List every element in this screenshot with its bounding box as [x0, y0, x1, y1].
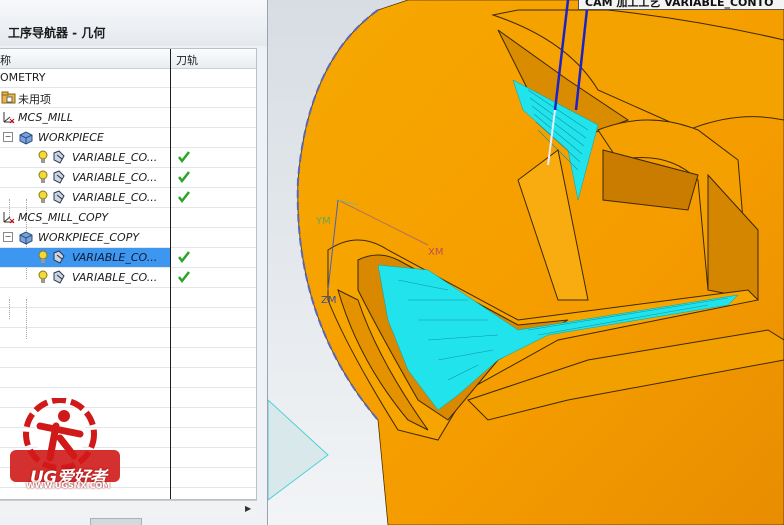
checkmark-icon — [178, 151, 190, 164]
variable-contour-icon — [53, 250, 65, 264]
tree-row-workpiece[interactable]: − WORKPIECE — [0, 128, 256, 148]
checkmark-icon — [178, 271, 190, 284]
checkmark-icon — [178, 191, 190, 204]
row-name-cell: − WORKPIECE — [0, 128, 170, 147]
column-header-toolpath[interactable]: 刀轨 — [176, 52, 198, 68]
mcs-axis-icon — [3, 112, 15, 124]
tree-row-workpiece-copy[interactable]: − WORKPIECE_COPY — [0, 228, 256, 248]
row-label: VARIABLE_CO... — [72, 251, 158, 264]
status-bulb-icon — [38, 150, 48, 163]
status-bulb-icon — [38, 170, 48, 183]
window-title-text: CAM 加工工艺 VARIABLE_CONTO — [585, 0, 774, 9]
row-name-cell: 未用项 — [0, 88, 170, 107]
row-label: VARIABLE_CO... — [72, 171, 158, 184]
column-header-name[interactable]: 称 — [0, 52, 11, 68]
scroll-thumb[interactable] — [90, 518, 142, 525]
variable-contour-icon — [53, 190, 65, 204]
row-label: WORKPIECE_COPY — [38, 231, 140, 244]
tree-row-mcs-mill[interactable]: MCS_MILL — [0, 108, 256, 128]
status-bulb-icon — [38, 250, 48, 263]
row-name-cell: − WORKPIECE_COPY — [0, 228, 170, 247]
empty-row — [0, 288, 256, 308]
collapse-toggle-icon[interactable]: − — [3, 232, 13, 242]
tree-header: 称 刀轨 — [0, 49, 256, 69]
tree-row-operation[interactable]: VARIABLE_CO... — [0, 148, 256, 168]
axis-label-y: YM — [315, 216, 331, 227]
empty-row — [0, 348, 256, 368]
watermark-url: WWW.UGSNX.COM — [26, 481, 111, 490]
axis-label-z: ZM — [321, 295, 336, 306]
tree-row-operation-selected[interactable]: VARIABLE_CO... — [0, 248, 256, 268]
scroll-right-arrow-icon[interactable]: ▶ — [245, 504, 251, 513]
navigator-title: 工序导航器 - 几何 — [8, 26, 106, 40]
column-divider[interactable] — [170, 49, 171, 499]
row-label: VARIABLE_CO... — [72, 191, 158, 204]
checkmark-icon — [178, 171, 190, 184]
row-name-cell: VARIABLE_CO... — [0, 148, 170, 167]
row-label: WORKPIECE — [38, 131, 104, 144]
row-label: 未用项 — [18, 93, 51, 106]
row-label: OMETRY — [0, 71, 46, 84]
status-bulb-icon — [38, 190, 48, 203]
row-name-cell: MCS_MILL_COPY — [0, 208, 170, 227]
empty-row — [0, 308, 256, 328]
tree-row-mcs-mill-copy[interactable]: MCS_MILL_COPY — [0, 208, 256, 228]
tree-row-geometry[interactable]: OMETRY — [0, 68, 256, 88]
tree-row-operation[interactable]: VARIABLE_CO... — [0, 188, 256, 208]
row-name-cell: MCS_MILL — [0, 108, 170, 127]
graphics-viewport[interactable]: XM YM ZM — [268, 0, 784, 525]
part-model-view: XM YM ZM — [268, 0, 784, 525]
navigator-title-bar: 工序导航器 - 几何 — [0, 0, 267, 46]
tree-row-unused[interactable]: 未用项 — [0, 88, 256, 108]
horizontal-scrollbar[interactable]: ▶ — [0, 500, 257, 517]
row-label: VARIABLE_CO... — [72, 151, 158, 164]
mcs-axis-icon — [3, 212, 15, 224]
row-name-cell: VARIABLE_CO... — [0, 268, 170, 287]
collapse-toggle-icon[interactable]: − — [3, 132, 13, 142]
row-name-cell: VARIABLE_CO... — [0, 168, 170, 187]
folder-icon — [1, 91, 16, 104]
variable-contour-icon — [53, 170, 65, 184]
tree-row-operation[interactable]: VARIABLE_CO... — [0, 268, 256, 288]
tree-row-operation[interactable]: VARIABLE_CO... — [0, 168, 256, 188]
row-name-cell: OMETRY — [0, 68, 170, 87]
viewport-window-title: CAM 加工工艺 VARIABLE_CONTO — [578, 0, 784, 10]
checkmark-icon — [178, 251, 190, 264]
row-label: VARIABLE_CO... — [72, 271, 158, 284]
status-bulb-icon — [38, 270, 48, 283]
workpiece-cube-icon — [19, 131, 33, 145]
empty-row — [0, 368, 256, 388]
variable-contour-icon — [53, 150, 65, 164]
row-name-cell: VARIABLE_CO... — [0, 248, 170, 267]
row-label: MCS_MILL — [18, 111, 73, 124]
row-label: MCS_MILL_COPY — [18, 211, 109, 224]
workpiece-cube-icon — [19, 231, 33, 245]
axis-label-x: XM — [428, 247, 443, 258]
row-name-cell: VARIABLE_CO... — [0, 188, 170, 207]
variable-contour-icon — [53, 270, 65, 284]
empty-row — [0, 328, 256, 348]
